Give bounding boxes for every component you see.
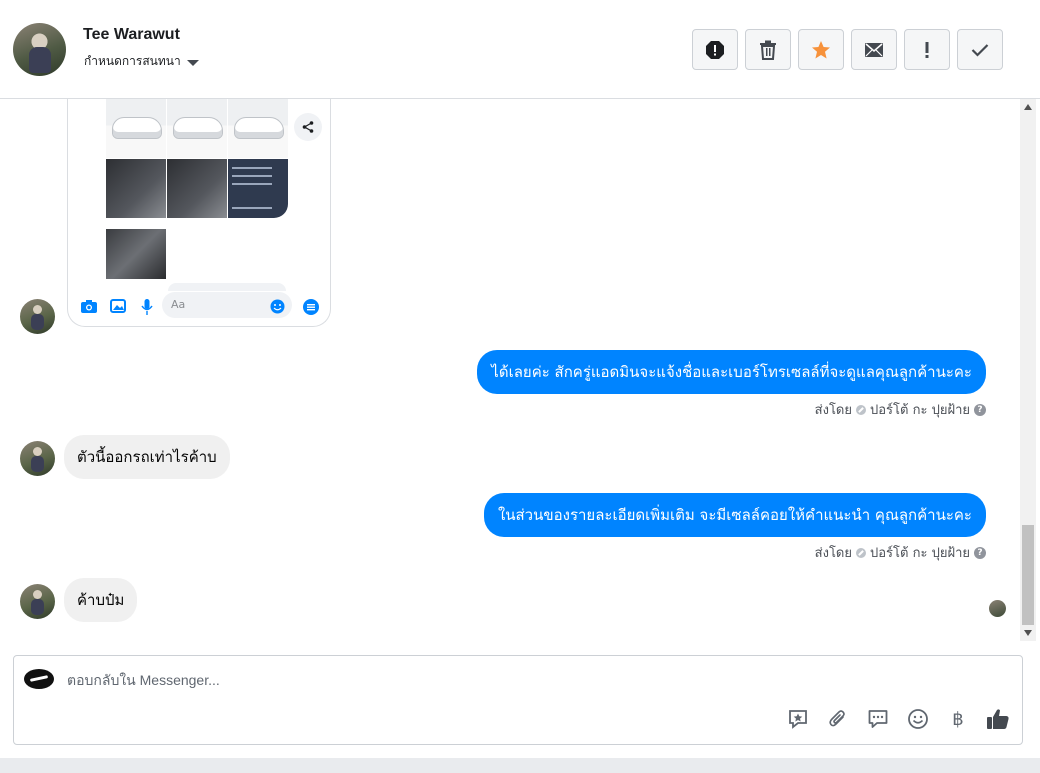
microphone-icon	[141, 299, 153, 315]
follow-up-button[interactable]	[904, 29, 950, 70]
saved-reply-button[interactable]	[786, 707, 810, 731]
contact-avatar[interactable]	[13, 23, 66, 76]
like-button[interactable]	[986, 707, 1010, 731]
conversation-header: Tee Warawut กำหนดการสนทนา	[0, 0, 1040, 99]
incoming-message[interactable]: ค้าบป๋ม	[64, 578, 138, 622]
sender-name[interactable]: ปอร์โต้ กะ ปุยฝ้าย	[870, 542, 970, 563]
image-icon	[110, 299, 126, 313]
menu-icon	[303, 299, 319, 315]
trash-icon	[760, 40, 776, 60]
conversation-toolbar	[692, 29, 1003, 70]
document-photo	[228, 159, 288, 218]
mark-unread-button[interactable]	[851, 29, 897, 70]
emoji-icon	[908, 709, 928, 729]
exclamation-icon	[925, 41, 929, 58]
outgoing-message[interactable]: ในส่วนของรายละเอียดเพิ่มเติม จะมีเซลล์คอ…	[483, 493, 986, 537]
contact-avatar-small[interactable]	[20, 441, 55, 476]
scroll-up-arrow[interactable]	[1024, 104, 1032, 110]
caret-down-icon	[186, 59, 199, 66]
comment-icon	[868, 710, 888, 728]
scroll-thumb[interactable]	[1022, 525, 1034, 625]
contact-avatar-small[interactable]	[20, 584, 55, 619]
checkmark-icon	[971, 43, 989, 57]
sent-by-line: ส่งโดย ปอร์โต้ กะ ปุยฝ้าย ?	[815, 542, 986, 563]
outgoing-message[interactable]: ได้เลยค่ะ สักครู่แอดมินจะแจ้งชื่อและเบอร…	[477, 350, 986, 394]
thumbs-up-icon	[987, 709, 1009, 729]
camera-icon	[81, 300, 97, 313]
engine-photo	[106, 229, 166, 279]
comment-button[interactable]	[866, 707, 890, 731]
screenshot-attachment[interactable]: Aa	[67, 99, 331, 327]
car-photo	[167, 99, 227, 158]
page-icon	[856, 404, 866, 415]
scroll-down-arrow[interactable]	[1024, 630, 1032, 636]
reply-composer: ฿	[13, 655, 1023, 745]
baht-icon: ฿	[952, 708, 964, 730]
reply-input[interactable]	[67, 672, 767, 688]
conversation-settings-dropdown[interactable]: กำหนดการสนทนา	[84, 52, 199, 71]
contact-name[interactable]: Tee Warawut	[83, 26, 180, 44]
contact-avatar-small[interactable]	[20, 299, 55, 334]
thread-scrollbar[interactable]	[1020, 99, 1036, 641]
sent-by-label: ส่งโดย	[814, 403, 852, 418]
help-icon[interactable]: ?	[974, 403, 986, 416]
interior-photo	[167, 159, 227, 218]
share-icon	[302, 121, 314, 133]
attach-button[interactable]	[826, 707, 850, 731]
sent-by-label: ส่งโดย	[814, 546, 852, 561]
sender-name[interactable]: ปอร์โต้ กะ ปุยฝ้าย	[870, 399, 970, 420]
attachment-icon	[829, 710, 845, 727]
help-icon[interactable]: ?	[974, 546, 986, 559]
message-thread[interactable]: Aa ได้เลยค่ะ สักครู่แอดมินจะแจ้งชื่อและเ…	[0, 99, 1020, 641]
star-icon	[812, 40, 830, 58]
payment-button[interactable]: ฿	[946, 707, 970, 731]
emoji-button[interactable]	[906, 707, 930, 731]
interior-photo	[106, 159, 166, 218]
sent-by-line: ส่งโดย ปอร์โต้ กะ ปุยฝ้าย ?	[815, 399, 986, 420]
mark-done-button[interactable]	[957, 29, 1003, 70]
page-avatar	[24, 669, 54, 689]
page-footer-strip	[0, 758, 1040, 773]
conversation-settings-label: กำหนดการสนทนา	[84, 54, 181, 68]
page-icon	[856, 547, 866, 558]
share-button[interactable]	[294, 113, 322, 141]
incoming-message[interactable]: ตัวนี้ออกรถเท่าไรค้าบ	[64, 435, 230, 479]
car-photo	[228, 99, 288, 158]
delete-button[interactable]	[745, 29, 791, 70]
car-photo	[106, 99, 166, 158]
saved-reply-icon	[789, 710, 807, 729]
seen-indicator-avatar	[989, 600, 1006, 617]
report-spam-button[interactable]	[692, 29, 738, 70]
star-button[interactable]	[798, 29, 844, 70]
composer-tools: ฿	[786, 707, 1010, 731]
mini-composer: Aa	[68, 287, 330, 326]
alert-icon	[706, 40, 724, 59]
emoji-icon	[270, 299, 285, 314]
envelope-icon	[865, 42, 883, 57]
